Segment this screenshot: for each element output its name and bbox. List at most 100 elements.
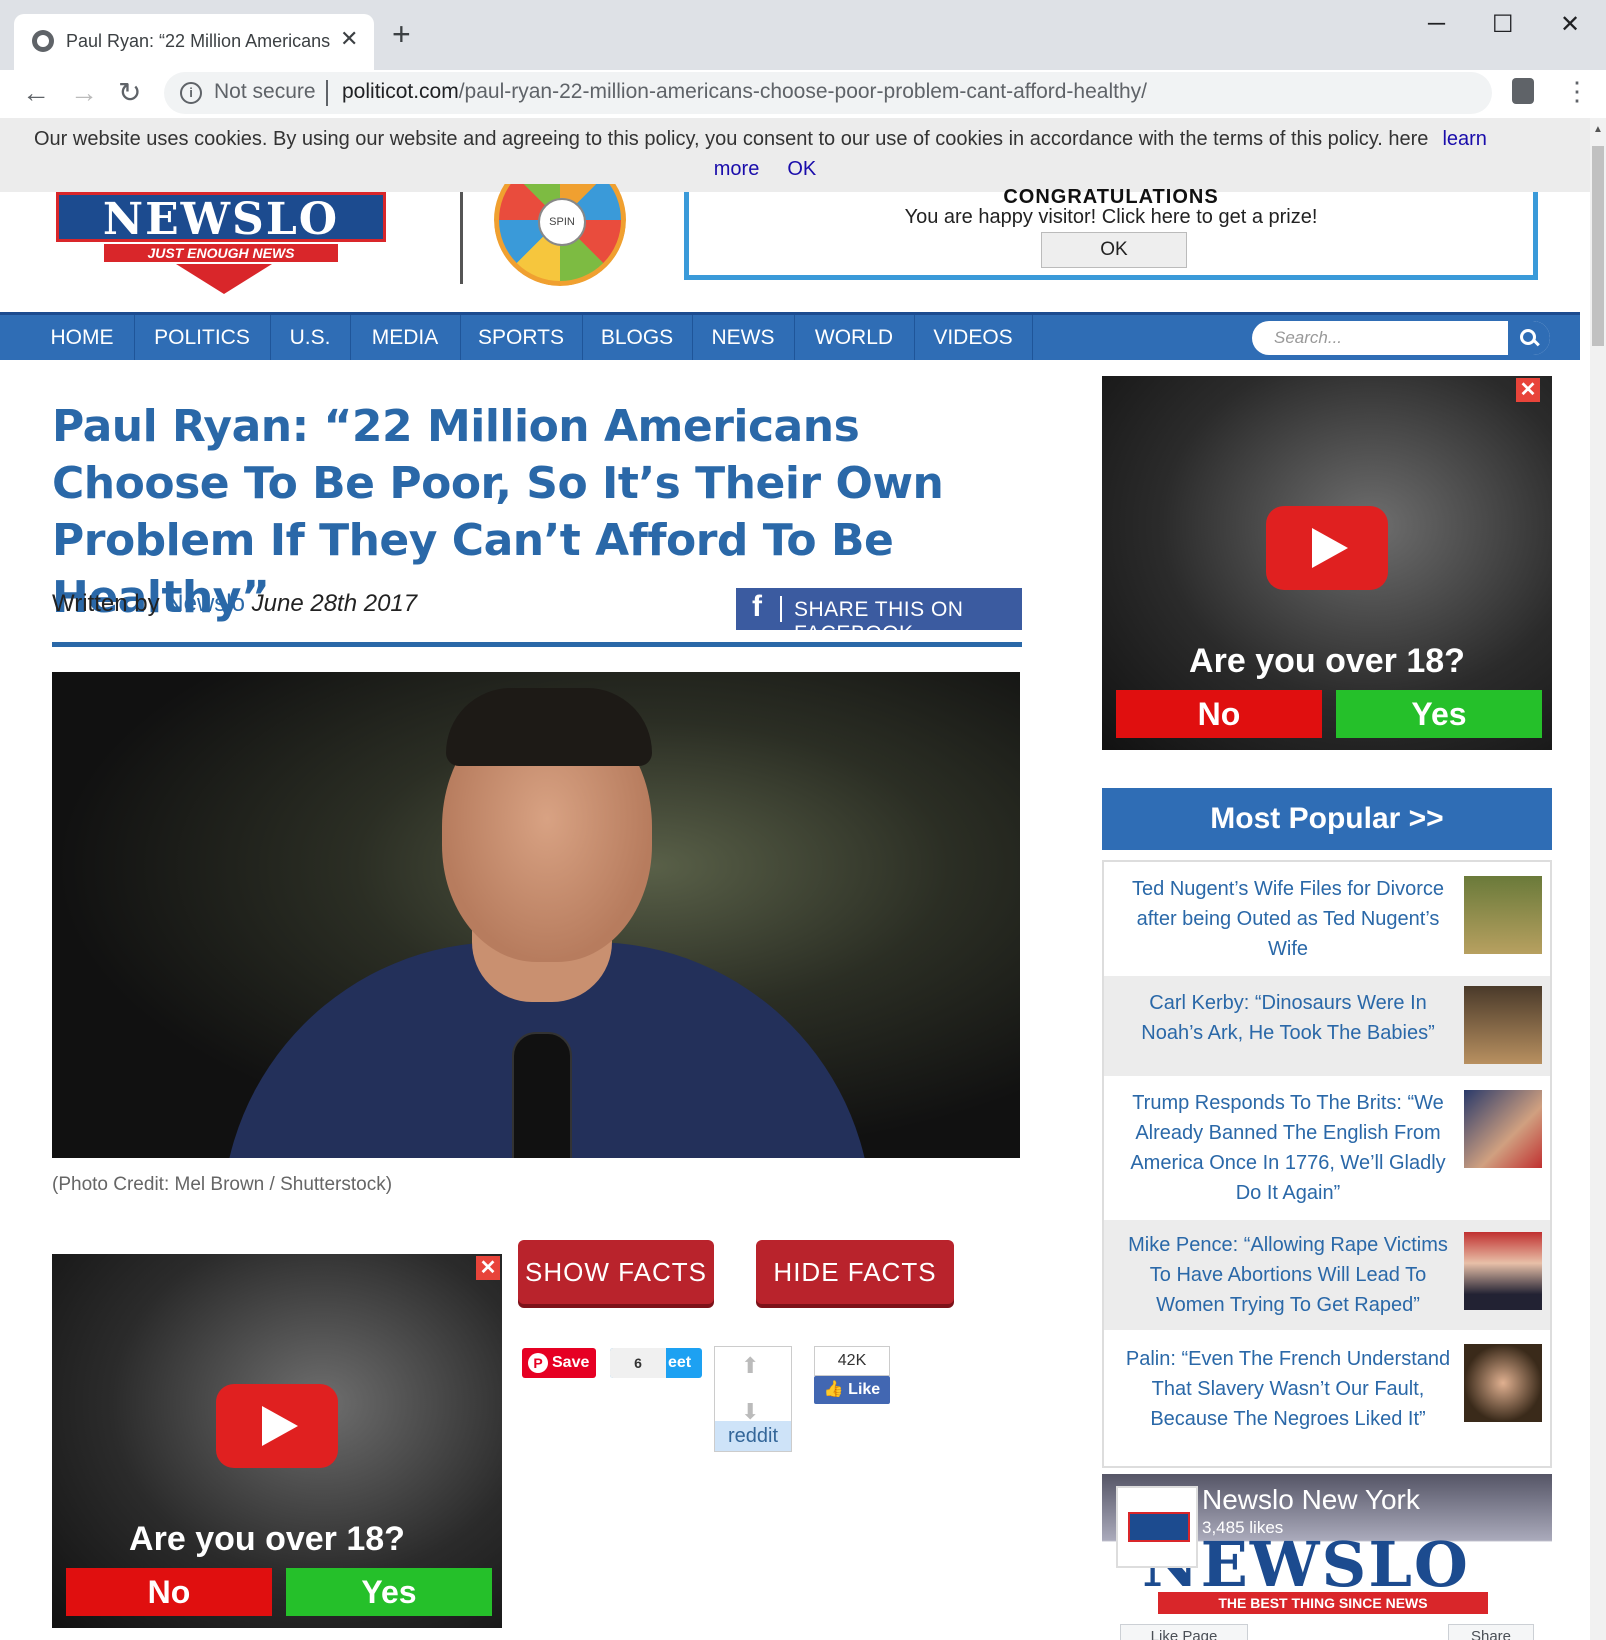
maximize-icon[interactable]: ☐ bbox=[1492, 10, 1514, 39]
popular-thumbnail[interactable] bbox=[1464, 1344, 1542, 1422]
nav-world[interactable]: WORLD bbox=[794, 315, 915, 360]
cookie-line: Our website uses cookies. By using our w… bbox=[34, 128, 1501, 151]
popular-thumbnail[interactable] bbox=[1464, 986, 1542, 1064]
search-input[interactable]: Search... bbox=[1274, 321, 1342, 355]
search-box: Search... bbox=[1252, 321, 1550, 355]
most-popular-heading[interactable]: Most Popular >> bbox=[1102, 788, 1552, 850]
prize-popup-ad[interactable]: CONGRATULATIONS You are happy visitor! C… bbox=[684, 186, 1538, 280]
new-tab-button[interactable]: + bbox=[392, 18, 411, 50]
search-icon[interactable] bbox=[1508, 321, 1550, 355]
security-label[interactable]: Not secure bbox=[214, 80, 316, 104]
spin-wheel-ad[interactable]: SPIN bbox=[494, 184, 626, 286]
list-item[interactable]: Palin: “Even The French Understand That … bbox=[1104, 1332, 1550, 1462]
nav-home[interactable]: HOME bbox=[30, 315, 135, 360]
popular-thumbnail[interactable] bbox=[1464, 876, 1542, 954]
photo-credit: (Photo Credit: Mel Brown / Shutterstock) bbox=[52, 1174, 393, 1195]
popular-thumbnail[interactable] bbox=[1464, 1090, 1542, 1168]
tweet-button[interactable]: 6 eet bbox=[610, 1348, 702, 1378]
window-close-icon[interactable]: ✕ bbox=[1560, 10, 1580, 39]
cookie-more-link[interactable]: more bbox=[714, 158, 760, 180]
cookie-learn-link[interactable]: learn bbox=[1442, 128, 1486, 150]
photo-microphone bbox=[512, 1032, 572, 1158]
ad-yes-button[interactable]: Yes bbox=[1336, 690, 1542, 738]
nav-videos[interactable]: VIDEOS bbox=[914, 315, 1033, 360]
reddit-label[interactable]: reddit bbox=[715, 1421, 791, 1451]
browser-tab[interactable]: Paul Ryan: “22 Million Americans ✕ bbox=[14, 14, 374, 70]
browser-chrome: Paul Ryan: “22 Million Americans ✕ + ─ ☐… bbox=[0, 0, 1606, 118]
ad-no-button[interactable]: No bbox=[1116, 690, 1322, 738]
cookie-ok-button[interactable]: OK bbox=[787, 158, 816, 180]
fb-page-likes: 3,485 likes bbox=[1202, 1518, 1284, 1537]
nav-news[interactable]: NEWS bbox=[692, 315, 795, 360]
share-label: SHARE THIS ON FACEBOOK bbox=[794, 598, 964, 645]
like-count: 42K bbox=[814, 1346, 890, 1376]
nav-us[interactable]: U.S. bbox=[270, 315, 351, 360]
list-item[interactable]: Mike Pence: “Allowing Rape Victims To Ha… bbox=[1104, 1220, 1550, 1330]
popular-link[interactable]: Trump Responds To The Brits: “We Already… bbox=[1122, 1088, 1454, 1208]
facebook-like-button[interactable]: 👍 Like bbox=[814, 1376, 890, 1404]
url-path: /paul-ryan-22-million-americans-choose-p… bbox=[458, 80, 1147, 103]
scrollbar[interactable] bbox=[1590, 118, 1606, 1640]
age-gate-ad-inline[interactable]: ✕ Are you over 18? No Yes bbox=[52, 1254, 502, 1628]
scroll-up-arrow-icon[interactable]: ▲ bbox=[1590, 124, 1606, 135]
list-item[interactable]: Carl Kerby: “Dinosaurs Were In Noah’s Ar… bbox=[1104, 976, 1550, 1076]
fb-share-button[interactable]: Share bbox=[1448, 1624, 1534, 1640]
site-logo[interactable]: NEWSLO JUST ENOUGH NEWS bbox=[56, 192, 386, 300]
popular-link[interactable]: Mike Pence: “Allowing Rape Victims To Ha… bbox=[1122, 1230, 1454, 1320]
scrollbar-thumb[interactable] bbox=[1592, 146, 1604, 346]
fb-like-page-button[interactable]: Like Page bbox=[1120, 1624, 1248, 1640]
popular-thumbnail[interactable] bbox=[1464, 1232, 1542, 1310]
forward-arrow-icon[interactable]: → bbox=[70, 76, 98, 110]
tweet-label: eet bbox=[668, 1354, 692, 1371]
logo-chevron bbox=[176, 264, 272, 294]
prize-message[interactable]: You are happy visitor! Click here to get… bbox=[689, 206, 1533, 229]
ad-yes-button[interactable]: Yes bbox=[286, 1568, 492, 1616]
play-icon[interactable] bbox=[216, 1384, 338, 1468]
list-item[interactable]: Trump Responds To The Brits: “We Already… bbox=[1104, 1078, 1550, 1218]
ad-close-icon[interactable]: ✕ bbox=[476, 1256, 500, 1280]
written-by-label: Written by bbox=[52, 590, 160, 617]
facebook-share-button[interactable]: f SHARE THIS ON FACEBOOK bbox=[736, 588, 1022, 645]
url-text[interactable]: politicot.com/paul-ryan-22-million-ameri… bbox=[342, 80, 1147, 104]
address-divider bbox=[326, 80, 328, 106]
hide-facts-button[interactable]: HIDE FACTS bbox=[756, 1240, 954, 1304]
cookie-banner: Our website uses cookies. By using our w… bbox=[0, 118, 1590, 192]
pinterest-icon: P bbox=[528, 1353, 548, 1373]
ad-no-button[interactable]: No bbox=[66, 1568, 272, 1616]
author-link[interactable]: Newslo bbox=[166, 590, 245, 617]
nav-politics[interactable]: POLITICS bbox=[134, 315, 271, 360]
tab-title: Paul Ryan: “22 Million Americans bbox=[66, 31, 331, 51]
minimize-icon[interactable]: ─ bbox=[1428, 10, 1445, 38]
header-divider bbox=[460, 192, 463, 284]
list-item[interactable]: Ted Nugent’s Wife Files for Divorce afte… bbox=[1104, 862, 1550, 974]
upvote-arrow-icon[interactable]: ⬆ bbox=[741, 1353, 759, 1379]
address-bar[interactable]: i Not secure politicot.com/paul-ryan-22-… bbox=[164, 72, 1492, 114]
pinterest-save-button[interactable]: P Save bbox=[522, 1348, 596, 1378]
show-facts-button[interactable]: SHOW FACTS bbox=[518, 1240, 714, 1304]
nav-sports[interactable]: SPORTS bbox=[460, 315, 583, 360]
prize-ok-button[interactable]: OK bbox=[1041, 232, 1187, 268]
tab-close-icon[interactable]: ✕ bbox=[340, 26, 358, 52]
cookie-line-2: more OK bbox=[0, 158, 1530, 181]
popular-link[interactable]: Ted Nugent’s Wife Files for Divorce afte… bbox=[1122, 874, 1454, 964]
popular-link[interactable]: Carl Kerby: “Dinosaurs Were In Noah’s Ar… bbox=[1122, 988, 1454, 1048]
ad-close-icon[interactable]: ✕ bbox=[1516, 378, 1540, 402]
facebook-like-widget: 42K 👍 Like bbox=[814, 1346, 890, 1406]
reload-icon[interactable]: ↻ bbox=[118, 76, 141, 110]
ad-question: Are you over 18? bbox=[129, 1520, 405, 1558]
play-icon[interactable] bbox=[1266, 506, 1388, 590]
fb-page-name[interactable]: Newslo New York bbox=[1202, 1484, 1420, 1516]
photo-hair bbox=[446, 688, 652, 766]
nav-media[interactable]: MEDIA bbox=[350, 315, 461, 360]
fb-page-avatar[interactable] bbox=[1116, 1486, 1198, 1568]
fb-cover-tagline: THE BEST THING SINCE NEWS bbox=[1158, 1592, 1488, 1614]
byline: Written by Newslo June 28th 2017 bbox=[52, 590, 417, 618]
popular-link[interactable]: Palin: “Even The French Understand That … bbox=[1122, 1344, 1454, 1434]
extension-icon[interactable] bbox=[1512, 78, 1534, 104]
age-gate-ad-sidebar[interactable]: ✕ Are you over 18? No Yes bbox=[1102, 376, 1552, 750]
info-icon[interactable]: i bbox=[180, 82, 202, 104]
back-arrow-icon[interactable]: ← bbox=[22, 76, 50, 110]
facebook-page-widget[interactable]: NEWSLO THE BEST THING SINCE NEWS Newslo … bbox=[1102, 1474, 1552, 1640]
more-menu-icon[interactable]: ⋮ bbox=[1564, 76, 1590, 106]
nav-blogs[interactable]: BLOGS bbox=[582, 315, 693, 360]
